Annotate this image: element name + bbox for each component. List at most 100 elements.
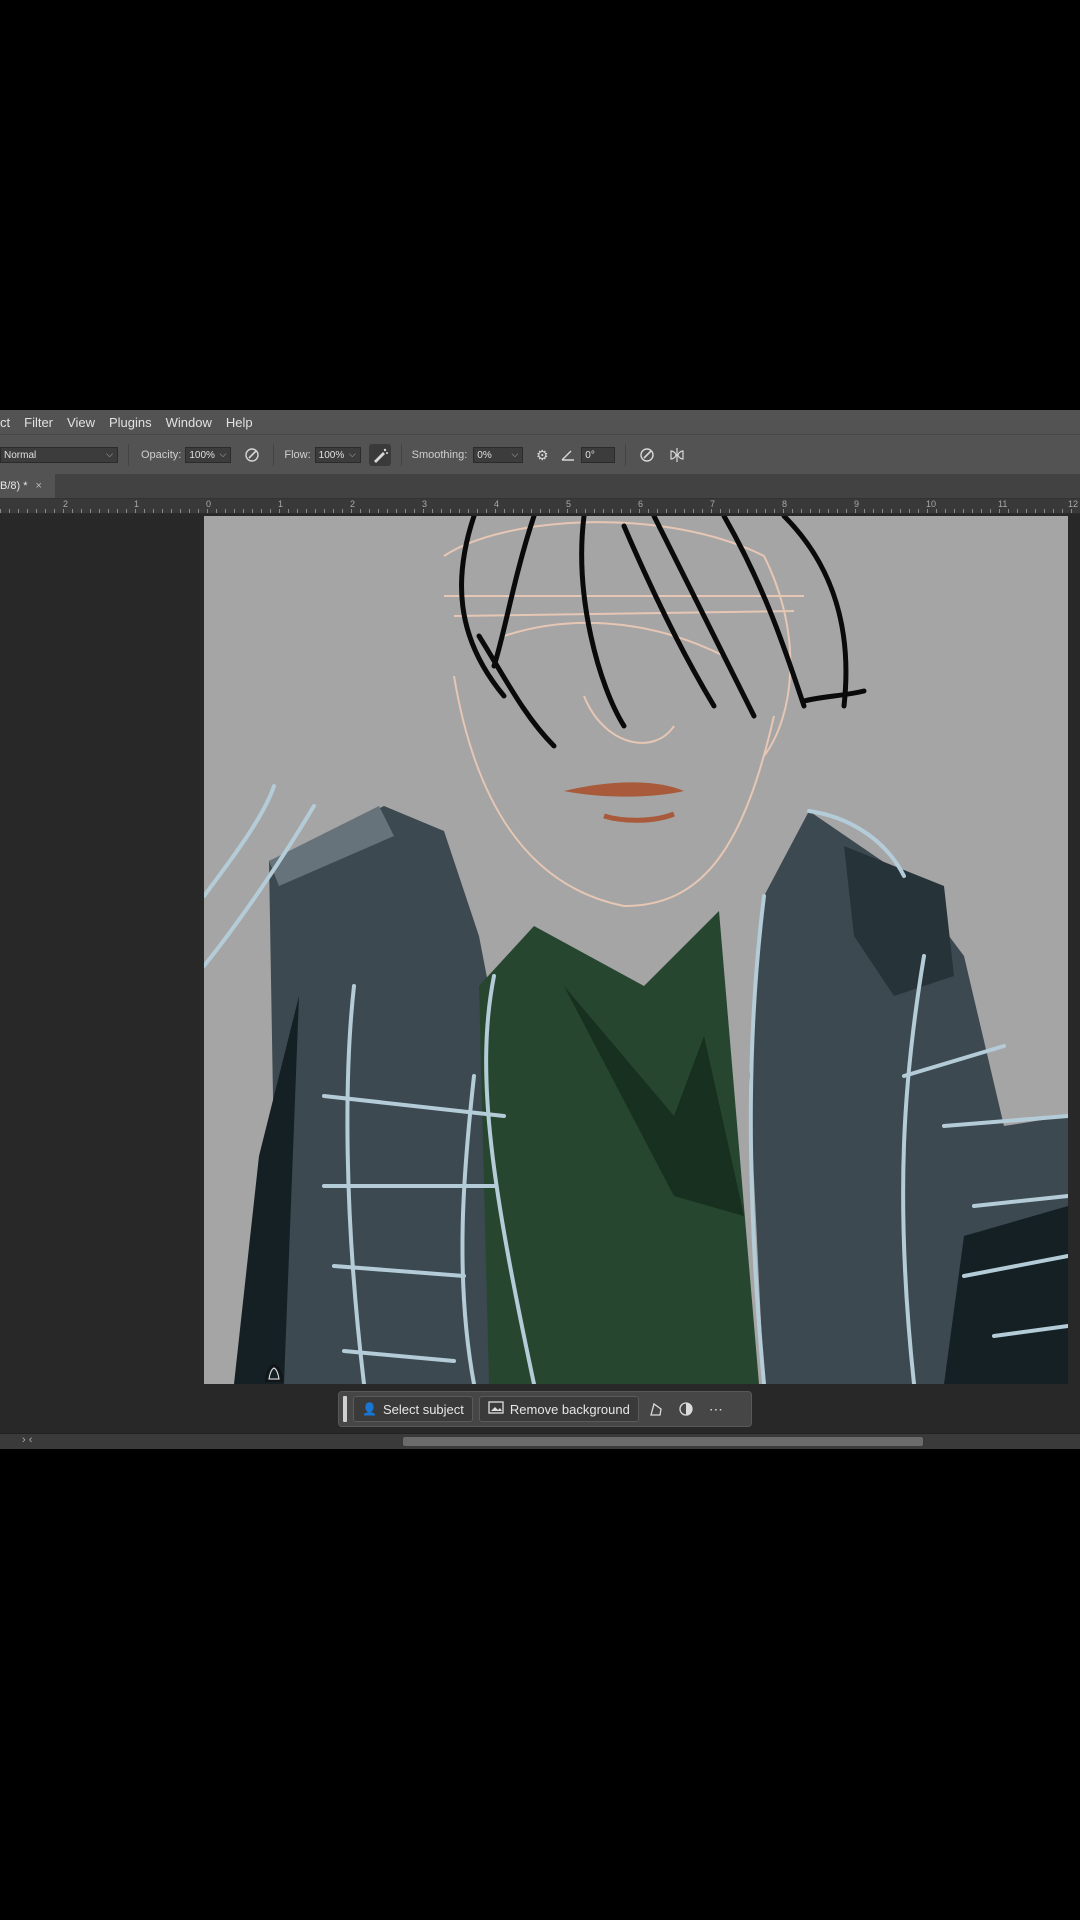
scrollbar-thumb[interactable]: [403, 1437, 923, 1446]
ruler-tick: [324, 509, 325, 513]
ruler-label: 7: [710, 499, 716, 509]
ruler-tick: [684, 509, 685, 513]
ruler-tick: [144, 509, 145, 513]
ruler-tick: [927, 509, 928, 513]
symmetry-icon[interactable]: [666, 444, 688, 466]
ruler-tick: [351, 509, 352, 513]
ruler-tick: [810, 509, 811, 513]
menu-bar: ct Filter View Plugins Window Help: [0, 410, 1080, 434]
ruler-label: 0: [206, 499, 212, 509]
ruler-tick: [639, 509, 640, 513]
smoothing-field[interactable]: 0% ⌵: [473, 447, 524, 463]
scroll-arrows[interactable]: › ‹: [22, 1434, 32, 1446]
transform-icon[interactable]: [643, 1396, 669, 1422]
ruler-tick: [108, 509, 109, 513]
pressure-opacity-icon[interactable]: [241, 444, 263, 466]
menu-window[interactable]: Window: [166, 415, 212, 430]
chevron-down-icon: ⌵: [348, 449, 356, 459]
ruler-tick: [900, 509, 901, 513]
ruler-tick: [414, 509, 415, 513]
horizontal-scrollbar[interactable]: › ‹: [0, 1433, 1080, 1449]
ruler-tick: [315, 509, 316, 513]
document-tab-bar: B/8) * ×: [0, 474, 1080, 499]
flow-field[interactable]: 100% ⌵: [314, 447, 361, 463]
ruler-tick: [468, 509, 469, 513]
ruler-tick: [819, 509, 820, 513]
ruler-tick: [1017, 509, 1018, 513]
adjustment-icon[interactable]: [673, 1396, 699, 1422]
angle-field[interactable]: 0°: [581, 447, 616, 463]
ruler-tick: [945, 509, 946, 513]
menu-plugins[interactable]: Plugins: [109, 415, 152, 430]
ruler-tick: [504, 509, 505, 513]
close-icon[interactable]: ×: [36, 480, 42, 492]
gear-icon[interactable]: ⚙: [531, 444, 553, 466]
blend-mode-select[interactable]: Normal ⌵: [0, 447, 118, 463]
ruler-tick: [450, 509, 451, 513]
ruler-tick: [225, 509, 226, 513]
ruler-tick: [0, 509, 1, 513]
ruler-tick: [18, 509, 19, 513]
ruler-tick: [621, 509, 622, 513]
opacity-label: Opacity:: [141, 449, 182, 461]
menu-filter[interactable]: Filter: [24, 415, 53, 430]
ruler-tick: [369, 509, 370, 513]
ruler-tick: [261, 509, 262, 513]
ruler-label: 1: [134, 499, 140, 509]
select-subject-label: Select subject: [382, 1401, 464, 1417]
ruler-tick: [864, 509, 865, 513]
ruler-tick: [9, 509, 10, 513]
contextual-task-bar: 👤 Select subject Remove background ⋯: [338, 1391, 752, 1427]
ruler-label: 6: [638, 499, 644, 509]
ruler-tick: [99, 509, 100, 513]
more-options-icon[interactable]: ⋯: [703, 1396, 729, 1422]
ruler-tick: [198, 509, 199, 513]
ruler-tick: [882, 509, 883, 513]
ruler-tick: [477, 509, 478, 513]
ruler-tick: [954, 509, 955, 513]
ruler-tick: [594, 509, 595, 513]
opacity-field[interactable]: 100% ⌵: [185, 447, 232, 463]
ruler-tick: [432, 509, 433, 513]
divider: [128, 444, 129, 466]
ruler-tick: [558, 509, 559, 513]
ruler-tick: [972, 509, 973, 513]
ruler-tick: [81, 509, 82, 513]
angle-icon: [557, 444, 579, 466]
ruler-tick: [162, 509, 163, 513]
ruler-tick: [45, 509, 46, 513]
remove-background-label: Remove background: [509, 1401, 630, 1417]
ruler-tick: [702, 509, 703, 513]
select-subject-button[interactable]: 👤 Select subject: [353, 1396, 473, 1422]
document-canvas[interactable]: [204, 516, 1068, 1384]
divider: [400, 444, 402, 466]
flow-label: Flow:: [284, 449, 311, 461]
ruler-tick: [675, 509, 676, 513]
ruler-tick: [1071, 509, 1072, 513]
image-icon: [488, 1401, 504, 1417]
ruler-tick: [540, 509, 541, 513]
ruler-label: 12: [1068, 499, 1079, 509]
ruler-tick: [738, 509, 739, 513]
ruler-tick: [603, 509, 604, 513]
menu-select[interactable]: ct: [0, 415, 10, 430]
ruler-tick: [648, 509, 649, 513]
horizontal-ruler: 2 1 0 1 2 3 4 5 6 7 8 9 10 11 12: [0, 499, 1080, 514]
pressure-size-icon[interactable]: [636, 444, 658, 466]
ruler-tick: [918, 509, 919, 513]
menu-view[interactable]: View: [67, 415, 95, 430]
airbrush-icon[interactable]: [368, 444, 391, 466]
ruler-tick: [270, 509, 271, 513]
ruler-tick: [405, 509, 406, 513]
document-tab[interactable]: B/8) * ×: [0, 474, 55, 498]
ruler-tick: [756, 509, 757, 513]
ruler-tick: [774, 509, 775, 513]
ruler-tick: [936, 509, 937, 513]
chevron-down-icon: ⌵: [511, 449, 519, 459]
remove-background-button[interactable]: Remove background: [478, 1396, 639, 1422]
menu-help[interactable]: Help: [226, 415, 253, 430]
flow-value: 100%: [318, 449, 345, 461]
drag-handle[interactable]: [343, 1396, 347, 1422]
person-icon: 👤: [362, 1402, 377, 1416]
ruler-label: 5: [566, 499, 572, 509]
